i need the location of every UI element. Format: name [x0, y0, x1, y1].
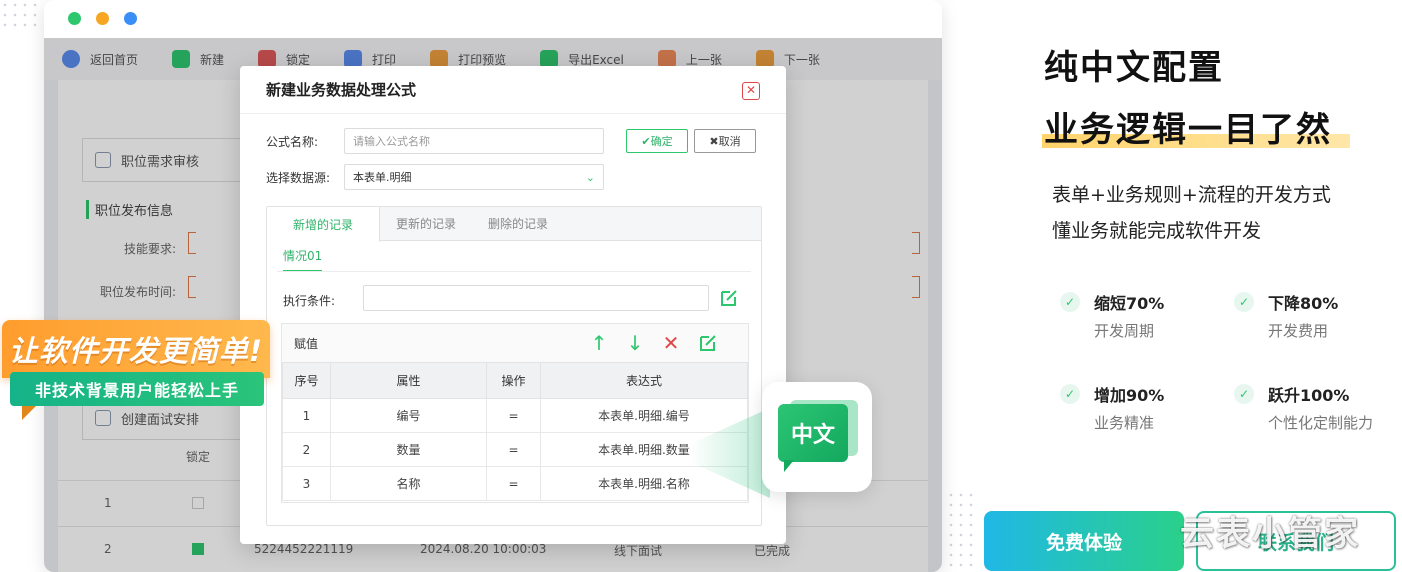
condition-label: 执行条件: [283, 294, 336, 308]
record-tabs: 新增的记录 更新的记录 删除的记录 [267, 207, 761, 242]
promo-subline-badge: 非技术背景用户能轻松上手 [10, 372, 264, 406]
assignment-label: 赋值 [294, 336, 319, 351]
assignment-header: 赋值 ↑ ↓ ✕ [282, 324, 748, 362]
datasource-label: 选择数据源: [266, 170, 331, 185]
col-expr: 表达式 [540, 362, 748, 399]
col-op: 操作 [486, 362, 541, 399]
feature-customization: ✓ 跃升100% 个性化定制能力 [1234, 382, 1373, 433]
formula-modal: 新建业务数据处理公式 ✕ 公式名称: 请输入公式名称 ✔确定 ✖取消 选择数据源… [240, 66, 786, 544]
confirm-button[interactable]: ✔确定 [626, 129, 688, 153]
headline-1: 纯中文配置 [1044, 48, 1224, 88]
decor-dots-bottom [946, 490, 976, 570]
free-trial-button[interactable]: 免费体验 [984, 511, 1184, 571]
promo-headline-badge: 让软件开发更简单! [2, 320, 270, 378]
tab-updated-records[interactable]: 更新的记录 [380, 207, 472, 240]
window-maximize-dot[interactable] [124, 12, 137, 25]
feature-cost: ✓ 下降80% 开发费用 [1234, 290, 1338, 341]
description-2: 懂业务就能完成软件开发 [1052, 220, 1262, 242]
subtab-divider [277, 271, 751, 272]
window-titlebar [44, 0, 942, 38]
check-icon: ✓ [1060, 384, 1080, 404]
edit-condition-icon[interactable] [719, 288, 739, 308]
formula-name-row: 公式名称: 请输入公式名称 [266, 128, 604, 154]
badge-tail [22, 406, 36, 420]
tab-case-01[interactable]: 情况01 [283, 247, 323, 272]
col-no: 序号 [282, 362, 331, 399]
watermark-text: 云表小管家 [1180, 514, 1360, 554]
chevron-down-icon: ⌄ [585, 170, 595, 184]
chip-tail [784, 460, 794, 472]
modal-title: 新建业务数据处理公式 [266, 81, 417, 99]
table-row[interactable]: 3 名称 = 本表单.明细.名称 [282, 466, 748, 501]
chinese-chip-card: 中文 [762, 382, 872, 492]
assignment-block: 赋值 ↑ ↓ ✕ 序号 属性 操作 表达式 1 编号 = 本表单.明细.编号 2… [281, 323, 749, 503]
headline-2: 业务逻辑一目了然 [1044, 110, 1332, 150]
delete-icon[interactable]: ✕ [660, 332, 682, 354]
decor-dots-top-left [0, 0, 40, 30]
window-close-dot[interactable] [68, 12, 81, 25]
col-attr: 属性 [330, 362, 487, 399]
move-up-icon[interactable]: ↑ [588, 332, 610, 354]
tab-new-records[interactable]: 新增的记录 [267, 207, 381, 242]
check-icon: ✓ [1234, 384, 1254, 404]
check-icon: ✓ [1060, 292, 1080, 312]
records-panel: 新增的记录 更新的记录 删除的记录 情况01 执行条件: 赋值 ↑ ↓ ✕ 序号… [266, 206, 762, 526]
description-1: 表单+业务规则+流程的开发方式 [1052, 184, 1331, 206]
table-row[interactable]: 2 数量 = 本表单.明细.数量 [282, 432, 748, 467]
condition-input[interactable] [363, 285, 709, 311]
table-row[interactable]: 1 编号 = 本表单.明细.编号 [282, 398, 748, 433]
close-icon[interactable]: ✕ [742, 82, 760, 100]
datasource-row: 选择数据源: 本表单.明细 ⌄ [266, 164, 604, 190]
modal-header: 新建业务数据处理公式 ✕ [240, 66, 786, 114]
edit-icon[interactable] [698, 333, 718, 353]
datasource-select[interactable]: 本表单.明细 ⌄ [344, 164, 604, 190]
tab-deleted-records[interactable]: 删除的记录 [472, 207, 564, 240]
check-icon: ✓ [1234, 292, 1254, 312]
cancel-button[interactable]: ✖取消 [694, 129, 756, 153]
window-minimize-dot[interactable] [96, 12, 109, 25]
move-down-icon[interactable]: ↓ [624, 332, 646, 354]
feature-cycle: ✓ 缩短70% 开发周期 [1060, 290, 1164, 341]
feature-accuracy: ✓ 增加90% 业务精准 [1060, 382, 1164, 433]
assignment-table: 序号 属性 操作 表达式 1 编号 = 本表单.明细.编号 2 数量 = 本表单… [282, 362, 748, 501]
chinese-chat-icon: 中文 [778, 404, 848, 462]
formula-name-label: 公式名称: [266, 134, 319, 149]
formula-name-input[interactable]: 请输入公式名称 [344, 128, 604, 154]
